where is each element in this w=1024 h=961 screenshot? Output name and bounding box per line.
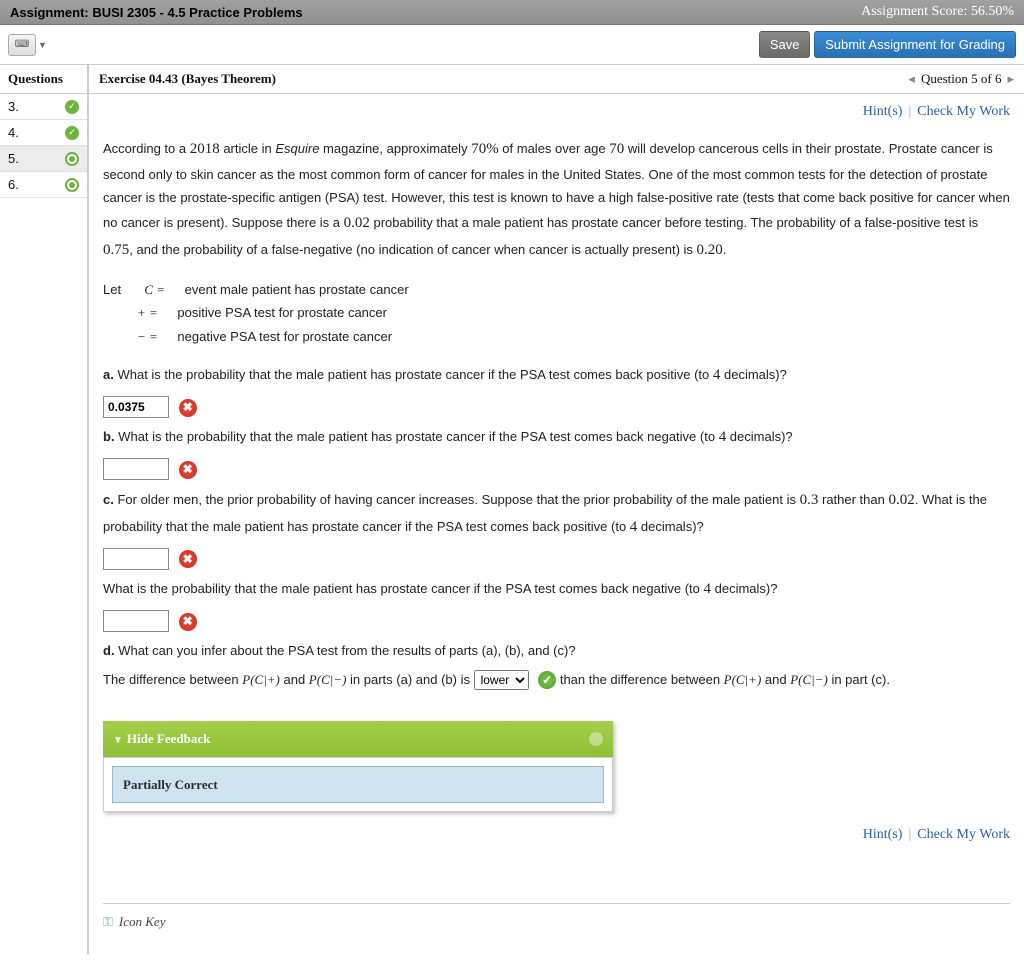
wrong-icon: ✖ (179, 461, 197, 479)
content-header: Exercise 04.43 (Bayes Theorem) ◂ Questio… (89, 65, 1024, 94)
hints-link[interactable]: Hint(s) (863, 822, 903, 847)
part-b-answer-row: ✖ (103, 457, 1010, 480)
question-row-3[interactable]: 3. ✓ (0, 94, 87, 120)
prev-question-button[interactable]: ◂ (908, 71, 915, 87)
problem-intro: According to a 2018 article in Esquire m… (103, 136, 1010, 264)
questions-header: Questions (0, 65, 87, 94)
part-c1-answer-row: ✖ (103, 547, 1010, 570)
part-d-select[interactable]: lower (474, 670, 529, 690)
questions-panel: Questions 3. ✓ 4. ✓ 5. 6. (0, 65, 88, 954)
assignment-header: Assignment: BUSI 2305 - 4.5 Practice Pro… (0, 0, 1024, 25)
let-definitions: Let C = event male patient has prostate … (103, 278, 1010, 348)
feedback-box: ▼Hide Feedback Partially Correct (103, 721, 613, 812)
feedback-status: Partially Correct (112, 766, 604, 803)
part-d-sentence: The difference between P(C|+) and P(C|−)… (103, 668, 1010, 691)
assignment-title: Assignment: BUSI 2305 - 4.5 Practice Pro… (10, 5, 303, 20)
part-c1-input[interactable] (103, 548, 169, 570)
toolbar: ⌨ ▼ Save Submit Assignment for Grading (0, 25, 1024, 65)
status-partial-icon (65, 152, 79, 166)
question-row-5[interactable]: 5. (0, 146, 87, 172)
icon-key[interactable]: ⚿ Icon Key (103, 903, 1010, 933)
status-correct-icon: ✓ (65, 126, 79, 140)
correct-icon: ✓ (538, 671, 556, 689)
status-partial-icon (65, 178, 79, 192)
part-a-input[interactable] (103, 396, 169, 418)
keyboard-icon: ⌨ (8, 34, 36, 56)
part-c-text: c. For older men, the prior probability … (103, 487, 1010, 541)
exercise-title: Exercise 04.43 (Bayes Theorem) (99, 71, 276, 87)
hints-link[interactable]: Hint(s) (863, 104, 903, 120)
bottom-linkbar: Hint(s) | Check My Work (103, 812, 1010, 853)
question-row-6[interactable]: 6. (0, 172, 87, 198)
question-position: Question 5 of 6 (921, 71, 1002, 87)
top-linkbar: Hint(s) | Check My Work (89, 94, 1024, 126)
part-a-answer-row: ✖ (103, 395, 1010, 418)
wrong-icon: ✖ (179, 550, 197, 568)
check-work-link[interactable]: Check My Work (917, 104, 1010, 120)
collapse-icon: ▼ (113, 735, 123, 746)
part-a-text: a. What is the probability that the male… (103, 362, 1010, 389)
edit-icon[interactable] (589, 732, 603, 746)
wrong-icon: ✖ (179, 613, 197, 631)
part-b-input[interactable] (103, 458, 169, 480)
key-icon: ⚿ (103, 910, 113, 933)
status-correct-icon: ✓ (65, 100, 79, 114)
feedback-header[interactable]: ▼Hide Feedback (103, 721, 613, 756)
keyboard-menu[interactable]: ⌨ ▼ (8, 34, 47, 56)
part-c2-answer-row: ✖ (103, 609, 1010, 632)
check-work-link[interactable]: Check My Work (917, 822, 1010, 847)
submit-button[interactable]: Submit Assignment for Grading (814, 31, 1016, 58)
problem-body: According to a 2018 article in Esquire m… (89, 126, 1024, 954)
wrong-icon: ✖ (179, 399, 197, 417)
chevron-down-icon: ▼ (38, 40, 47, 50)
assignment-score: Assignment Score: 56.50% (861, 4, 1014, 20)
part-d-text: d. What can you infer about the PSA test… (103, 639, 1010, 662)
part-c2-text: What is the probability that the male pa… (103, 576, 1010, 603)
part-c2-input[interactable] (103, 610, 169, 632)
part-b-text: b. What is the probability that the male… (103, 424, 1010, 451)
save-button[interactable]: Save (759, 31, 811, 58)
question-row-4[interactable]: 4. ✓ (0, 120, 87, 146)
next-question-button[interactable]: ▸ (1007, 71, 1014, 87)
